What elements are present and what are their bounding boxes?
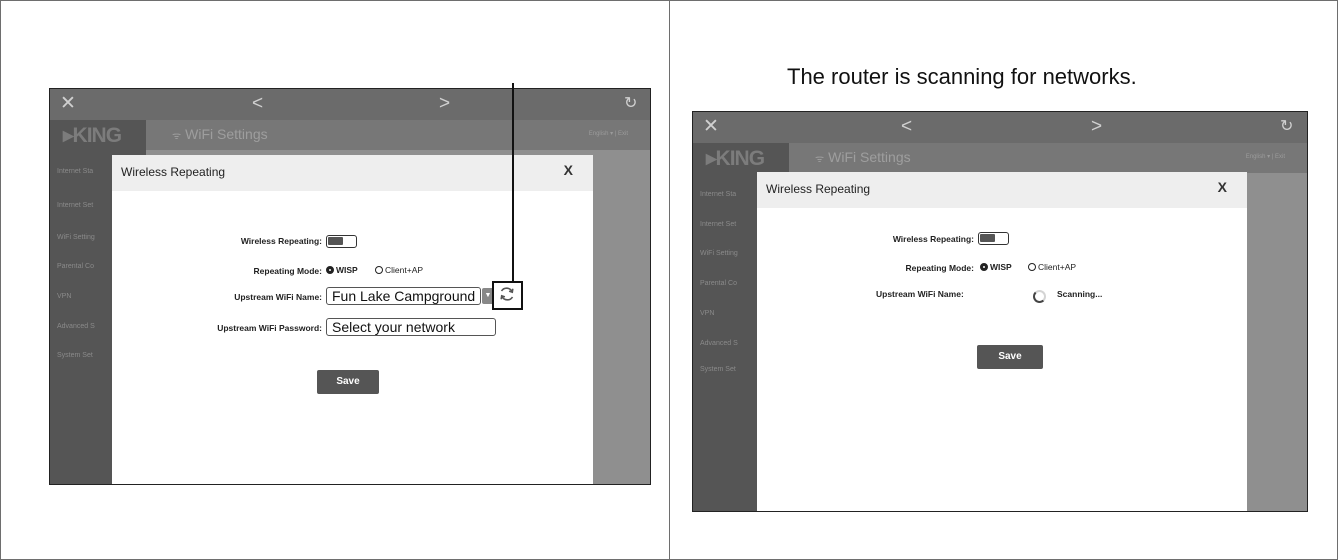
language-exit[interactable]: English ▾ | Exit [1246, 153, 1285, 160]
close-icon[interactable]: ✕ [60, 93, 76, 115]
sidebar-item-internet-settings[interactable]: Internet Set [700, 221, 736, 228]
repeating-mode-label: Repeating Mode: [905, 263, 974, 273]
wireless-repeating-label: Wireless Repeating: [240, 236, 322, 246]
repeating-mode-label: Repeating Mode: [253, 266, 322, 276]
upstream-name-label: Upstream WiFi Name: [234, 292, 322, 302]
mode-wisp-radio[interactable]: WISP [326, 265, 358, 275]
page-title: ᯤ WiFi Settings [815, 149, 911, 165]
sidebar-item-advanced-settings[interactable]: Advanced S [57, 323, 95, 330]
sidebar-item-system-settings[interactable]: System Set [700, 366, 736, 373]
sidebar-item-vpn[interactable]: VPN [57, 293, 71, 300]
upstream-name-select[interactable]: Fun Lake Campground [326, 287, 481, 305]
forward-icon[interactable]: > [1091, 116, 1102, 138]
mode-client-ap-radio[interactable]: Client+AP [1028, 262, 1076, 272]
mode-wisp-radio[interactable]: WISP [980, 262, 1012, 272]
wireless-repeating-label: Wireless Repeating: [892, 234, 974, 244]
sidebar-item-parental-controls[interactable]: Parental Co [700, 280, 737, 287]
page-title: ᯤ WiFi Settings [172, 126, 268, 142]
upstream-name-label: Upstream WiFi Name: [876, 289, 964, 299]
spinner-icon [1033, 290, 1046, 303]
language-exit[interactable]: English ▾ | Exit [589, 130, 628, 137]
wireless-repeating-dialog: Wireless Repeating X Wireless Repeating:… [112, 155, 593, 484]
browser-bar: ✕ < > ↻ [50, 89, 650, 120]
reload-icon[interactable]: ↻ [624, 93, 637, 115]
callout-line [512, 83, 514, 282]
sidebar-item-wifi-settings[interactable]: WiFi Setting [700, 250, 738, 257]
wifi-icon: ᯤ [815, 154, 825, 165]
king-logo: ▸KING [706, 147, 765, 170]
panel-divider [669, 0, 670, 560]
forward-icon[interactable]: > [439, 93, 450, 115]
king-logo: ▸KING [63, 124, 122, 147]
wireless-repeating-toggle[interactable] [978, 232, 1009, 245]
upstream-password-input[interactable]: Select your network [326, 318, 496, 336]
sidebar-item-advanced-settings[interactable]: Advanced S [700, 340, 738, 347]
main-header: ᯤ WiFi Settings English ▾ | Exit [789, 143, 1307, 173]
refresh-icon[interactable] [497, 284, 517, 304]
reload-icon[interactable]: ↻ [1280, 116, 1293, 138]
close-icon[interactable]: ✕ [703, 116, 719, 138]
sidebar-item-wifi-settings[interactable]: WiFi Setting [57, 234, 95, 241]
left-screen: ✕ < > ↻ ▸KING Internet Sta Internet Set … [49, 88, 651, 485]
sidebar-item-internet-status[interactable]: Internet Sta [57, 168, 93, 175]
save-button[interactable]: Save [977, 345, 1043, 369]
dialog-title: Wireless Repeating [121, 165, 226, 179]
sidebar-item-internet-status[interactable]: Internet Sta [700, 191, 736, 198]
back-icon[interactable]: < [901, 116, 912, 138]
sidebar-item-internet-settings[interactable]: Internet Set [57, 202, 93, 209]
browser-bar: ✕ < > ↻ [693, 112, 1307, 143]
sidebar-item-vpn[interactable]: VPN [700, 310, 714, 317]
caption: The router is scanning for networks. [787, 64, 1137, 89]
close-icon[interactable]: X [1218, 179, 1227, 195]
wireless-repeating-toggle[interactable] [326, 235, 357, 248]
sidebar-item-parental-controls[interactable]: Parental Co [57, 263, 94, 270]
sidebar-item-system-settings[interactable]: System Set [57, 352, 93, 359]
dialog-header: Wireless Repeating X [112, 155, 593, 191]
close-icon[interactable]: X [564, 162, 573, 178]
upstream-password-label: Upstream WiFi Password: [217, 323, 322, 333]
save-button[interactable]: Save [317, 370, 379, 394]
back-icon[interactable]: < [252, 93, 263, 115]
mode-client-ap-radio[interactable]: Client+AP [375, 265, 423, 275]
dialog-header: Wireless Repeating X [757, 172, 1247, 208]
wireless-repeating-dialog: Wireless Repeating X Wireless Repeating:… [757, 172, 1247, 511]
dialog-title: Wireless Repeating [766, 182, 871, 196]
wifi-icon: ᯤ [172, 131, 182, 142]
right-screen: ✕ < > ↻ ▸KING Internet Sta Internet Set … [692, 111, 1308, 512]
main-header: ᯤ WiFi Settings English ▾ | Exit [146, 120, 650, 150]
scanning-status: Scanning... [1057, 289, 1103, 299]
